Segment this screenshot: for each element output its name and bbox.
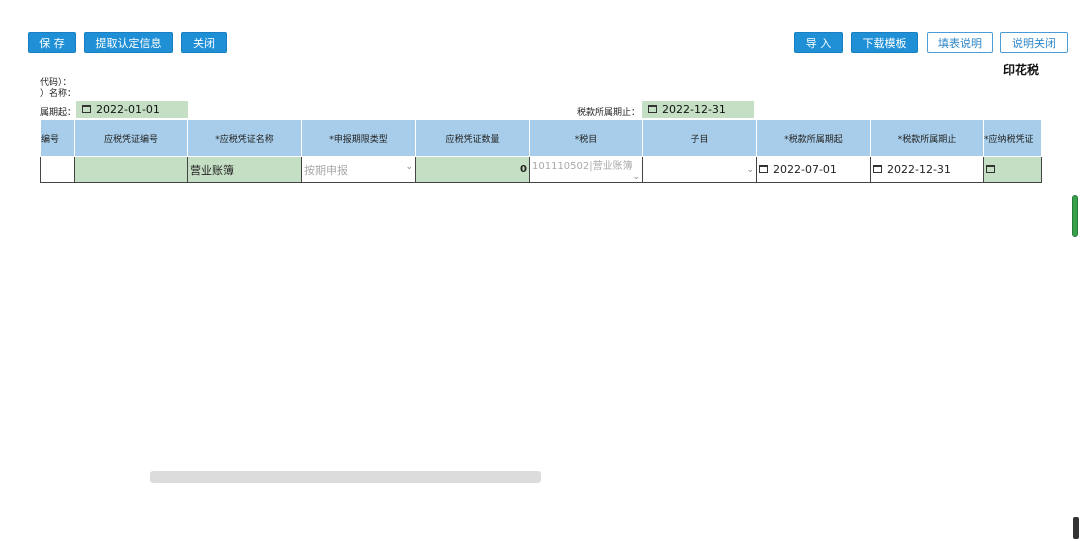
calendar-icon	[82, 105, 91, 113]
save-button[interactable]: 保 存	[28, 32, 76, 53]
table-header-row: 编号 应税凭证编号 *应税凭证名称 *申报期限类型 应税凭证数量 *税目 子目 …	[40, 119, 1042, 157]
download-template-button[interactable]: 下载模板	[851, 32, 918, 53]
calendar-icon	[986, 165, 995, 173]
cell-voucher-no[interactable]	[74, 156, 188, 183]
vertical-scrollbar-handle[interactable]	[1073, 517, 1079, 539]
calendar-icon	[873, 165, 882, 173]
page-title: 印花税	[1003, 63, 1040, 77]
header-no: 编号	[40, 119, 75, 157]
horizontal-scrollbar[interactable]	[150, 471, 541, 483]
period-end-label: 税款所属期止：	[577, 108, 641, 118]
header-period-end: *税款所属期止	[870, 119, 984, 157]
fetch-info-button[interactable]: 提取认定信息	[84, 32, 173, 53]
close-button[interactable]: 关闭	[181, 32, 227, 53]
cell-quantity[interactable]: 0	[415, 156, 530, 183]
period-type-select[interactable]: 按期申报 ⌄	[301, 156, 416, 183]
header-tax-item: *税目	[529, 119, 643, 157]
cell-taxable-voucher[interactable]	[983, 156, 1042, 183]
calendar-icon	[648, 105, 657, 113]
fill-instructions-button[interactable]: 填表说明	[927, 32, 993, 53]
period-start-value: 2022-01-01	[96, 103, 160, 116]
cell-voucher-name[interactable]: 营业账簿	[187, 156, 302, 183]
chevron-down-icon: ⌄	[632, 172, 640, 182]
header-voucher-no: 应税凭证编号	[74, 119, 188, 157]
tax-item-select[interactable]: 101110502|营业账簿 ⌄	[529, 156, 643, 183]
row-period-start-value: 2022-07-01	[773, 163, 837, 176]
taxpayer-code-label: 代码）：	[40, 78, 72, 88]
tax-voucher-table: 编号 应税凭证编号 *应税凭证名称 *申报期限类型 应税凭证数量 *税目 子目 …	[40, 119, 1042, 183]
period-start-field[interactable]: 2022-01-01	[76, 101, 188, 118]
period-start-label: 属期起：	[40, 108, 77, 118]
header-voucher-name: *应税凭证名称	[187, 119, 302, 157]
close-instructions-button[interactable]: 说明关闭	[1000, 32, 1068, 53]
period-type-value: 按期申报	[304, 163, 348, 177]
chevron-down-icon: ⌄	[746, 164, 754, 175]
header-period-start: *税款所属期起	[756, 119, 871, 157]
calendar-icon	[759, 165, 768, 173]
header-taxable-voucher: *应纳税凭证	[983, 119, 1042, 157]
cell-period-start[interactable]: 2022-07-01	[756, 156, 871, 183]
cell-no[interactable]	[40, 156, 75, 183]
table-row: 营业账簿 按期申报 ⌄ 0 101110502|营业账簿 ⌄ ⌄ 2022-07…	[40, 156, 1042, 183]
period-end-field[interactable]: 2022-12-31	[642, 101, 754, 118]
tax-item-value: 101110502|营业账簿	[532, 161, 633, 172]
chevron-down-icon: ⌄	[405, 161, 413, 172]
period-end-value: 2022-12-31	[662, 103, 726, 116]
import-button[interactable]: 导 入	[794, 32, 843, 53]
cell-period-end[interactable]: 2022-12-31	[870, 156, 984, 183]
header-sub-item: 子目	[642, 119, 757, 157]
header-quantity: 应税凭证数量	[415, 119, 530, 157]
sub-item-select[interactable]: ⌄	[642, 156, 757, 183]
vertical-scrollbar[interactable]	[1072, 195, 1078, 237]
taxpayer-name-label: ）名称：	[40, 89, 77, 99]
header-period-type: *申报期限类型	[301, 119, 416, 157]
row-period-end-value: 2022-12-31	[887, 163, 951, 176]
